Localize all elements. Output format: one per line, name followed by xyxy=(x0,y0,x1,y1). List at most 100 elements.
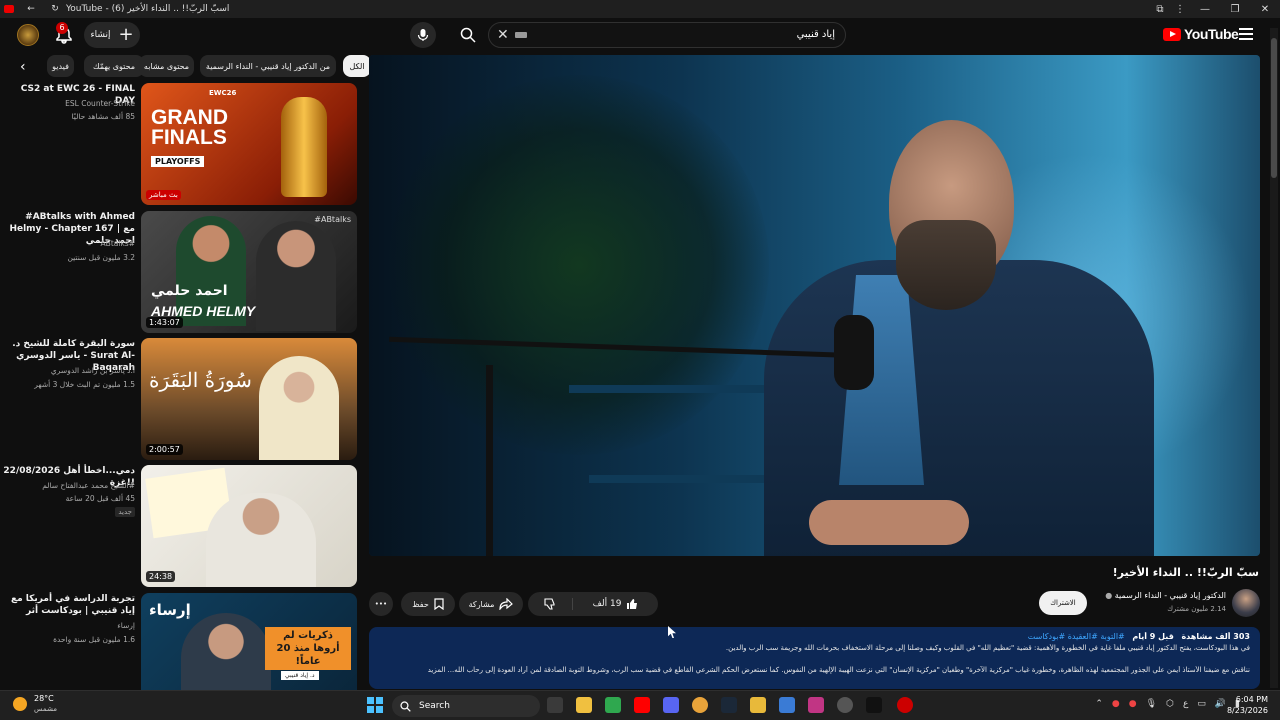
mic-stand-graphic xyxy=(486,365,493,556)
more-actions-button[interactable]: ••• xyxy=(369,592,393,616)
thumb-headline-1: GRAND xyxy=(151,106,228,129)
video-thumbnail[interactable]: 24:38 xyxy=(141,465,357,587)
subscribe-button[interactable]: الاشتراك xyxy=(1039,591,1087,615)
page-scrollbar[interactable] xyxy=(1270,28,1278,688)
task-view-icon[interactable] xyxy=(547,697,563,713)
save-button[interactable]: حفظ xyxy=(401,592,455,616)
instagram-icon[interactable] xyxy=(808,697,824,713)
video-thumbnail[interactable]: EWC26 GRAND FINALS PLAYOFFS بث مباشر xyxy=(141,83,357,205)
close-window-button[interactable]: ✕ xyxy=(1250,4,1280,15)
windows-start-icon[interactable] xyxy=(367,697,383,713)
event-logo-text: EWC26 xyxy=(209,89,237,97)
thumb-headline: ذكريات لم أروها منذ 20 عاماً! xyxy=(265,627,351,670)
weather-description[interactable]: مشمس xyxy=(34,705,57,713)
guide-menu-icon[interactable] xyxy=(1239,28,1253,40)
video-thumbnail[interactable]: #ABtalks احمد حلمي AHMED HELMY 1:43:07 xyxy=(141,211,357,333)
chip-similar[interactable]: محتوى مشابه xyxy=(139,55,194,77)
like-button[interactable]: 19 ألف xyxy=(572,598,658,610)
recommendation-item[interactable]: 24:38 22/08/2026 دمي...اخطأ أهل غزة!! #ا… xyxy=(0,465,360,587)
hashtags[interactable]: #التوبة #العقيدة #بودكاست xyxy=(1028,632,1125,641)
search-input[interactable]: ✕ إياد قنيبي xyxy=(488,22,846,48)
speaker-hands-graphic xyxy=(809,500,969,545)
tray-mic-icon[interactable]: 🎙 xyxy=(1146,699,1157,709)
recommendation-channel[interactable]: #الشيخ محمد عبدالفتاح سالم xyxy=(3,481,135,490)
recommendation-item[interactable]: سُورَةُ البَقَرَة 2:00:57 سورة البقرة كا… xyxy=(0,338,360,460)
video-description[interactable]: 303 ألف مشاهدة قبل 9 أيام #التوبة #العقي… xyxy=(369,627,1260,689)
folder-icon[interactable] xyxy=(750,697,766,713)
reload-icon[interactable]: ↻ xyxy=(48,4,62,14)
like-dislike-group: 19 ألف xyxy=(528,592,658,616)
notifications-button[interactable]: 6 xyxy=(52,22,76,48)
monitor-icon[interactable]: ▭ xyxy=(1197,699,1206,709)
recommendation-meta: 1.5 مليون تم البث خلال 3 أشهر xyxy=(34,380,135,389)
tab-title: YouTube - اسبّ الربّ!! .. النداء الأخير … xyxy=(66,4,230,14)
chip-video[interactable]: فيديو xyxy=(47,55,74,77)
recommendation-title[interactable]: تجربة الدراسة في أمريكا مع إياد قنيبي | … xyxy=(3,593,135,617)
dislike-button[interactable] xyxy=(528,598,572,610)
weather-temperature[interactable]: 28°C xyxy=(34,694,54,703)
video-player[interactable] xyxy=(369,55,1260,556)
chip-for-you[interactable]: محتوى يهمّك xyxy=(84,55,144,77)
search-button[interactable] xyxy=(450,22,486,48)
tray-app-icon[interactable]: ⬡ xyxy=(1166,699,1174,709)
tray-app-icon[interactable]: ● xyxy=(1129,699,1137,709)
youtube-app-icon[interactable] xyxy=(634,697,650,713)
thumb-tag: PLAYOFFS xyxy=(151,156,205,167)
tray-app-icon[interactable]: ● xyxy=(1112,699,1120,709)
windows-taskbar: 28°C مشمس Search ⌃ ● ● 🎙 ⬡ ع ▭ 🔊 ▮ 6:04 … xyxy=(0,690,1280,720)
chrome-icon[interactable] xyxy=(692,697,708,713)
recommendation-meta: 45 ألف قبل 20 ساعة xyxy=(65,494,135,503)
video-thumbnail[interactable]: سُورَةُ البَقَرَة 2:00:57 xyxy=(141,338,357,460)
voice-search-button[interactable] xyxy=(410,22,436,48)
discord-icon[interactable] xyxy=(663,697,679,713)
create-button[interactable]: إنشاء + xyxy=(84,22,140,48)
keyboard-icon[interactable] xyxy=(514,32,527,38)
live-badge: بث مباشر xyxy=(146,190,181,200)
chevron-left-icon[interactable]: ‹ xyxy=(20,59,26,75)
recommendation-channel[interactable]: #ABtalks xyxy=(3,239,135,248)
thumb-calligraphy: سُورَةُ البَقَرَة xyxy=(149,368,252,392)
scrollbar-thumb[interactable] xyxy=(1271,38,1277,178)
settings-icon[interactable] xyxy=(837,697,853,713)
chip-all[interactable]: الكل xyxy=(343,55,371,77)
speaker-icon[interactable]: 🔊 xyxy=(1215,699,1226,709)
youtube-favicon-icon xyxy=(4,5,14,13)
whatsapp-icon[interactable] xyxy=(605,697,621,713)
recommendation-channel[interactable]: إرساء xyxy=(3,621,135,630)
share-button[interactable]: مشاركة xyxy=(459,592,523,616)
extensions-icon[interactable]: ⧉ xyxy=(1150,4,1170,15)
duration-badge: 2:00:57 xyxy=(146,444,183,455)
channel-name-row[interactable]: الدكتور إياد قنيبي - النداء الرسمية ● xyxy=(1105,591,1226,600)
minimize-button[interactable]: — xyxy=(1190,4,1220,15)
sun-icon[interactable] xyxy=(13,697,27,711)
back-arrow-icon[interactable]: ← xyxy=(24,4,38,14)
taskbar-search[interactable]: Search xyxy=(392,695,540,717)
input-language[interactable]: ع xyxy=(1183,699,1188,709)
account-avatar[interactable] xyxy=(17,24,39,46)
thumbs-up-icon xyxy=(627,599,638,609)
app-icon[interactable] xyxy=(779,697,795,713)
related-filter-chips: ‹ فيديو محتوى يهمّك محتوى مشابه من الدكت… xyxy=(14,55,371,79)
chevron-up-icon[interactable]: ⌃ xyxy=(1095,699,1103,709)
opera-icon[interactable] xyxy=(897,697,913,713)
share-icon xyxy=(499,598,514,610)
recommendation-channel[interactable]: ESL Counter-Strike xyxy=(3,99,135,108)
reciter-figure xyxy=(259,356,339,460)
menu-dots-icon[interactable]: ⋮ xyxy=(1170,4,1190,15)
channel-avatar[interactable] xyxy=(1232,589,1260,617)
create-label: إنشاء xyxy=(90,30,111,40)
restore-button[interactable]: ❐ xyxy=(1220,4,1250,15)
recommendation-item[interactable]: #ABtalks احمد حلمي AHMED HELMY 1:43:07 #… xyxy=(0,211,360,333)
channel-name[interactable]: الدكتور إياد قنيبي - النداء الرسمية xyxy=(1115,591,1226,600)
recommendation-item[interactable]: EWC26 GRAND FINALS PLAYOFFS بث مباشر CS2… xyxy=(0,83,360,205)
recommendation-meta: 3.2 مليون قبل سنتين xyxy=(67,253,135,262)
system-clock[interactable]: 6:04 PM 8/23/2026 xyxy=(1227,694,1268,716)
youtube-logo[interactable]: YouTube xyxy=(1163,26,1239,42)
steam-icon[interactable] xyxy=(721,697,737,713)
podcast-mic-graphic xyxy=(834,315,874,390)
chip-channel[interactable]: من الدكتور إياد قنيبي - النداء الرسمية xyxy=(200,55,336,77)
tiktok-icon[interactable] xyxy=(866,697,882,713)
recommendation-channel[interactable]: أ.د ياسر بن راشد الدوسري xyxy=(3,366,135,375)
file-explorer-icon[interactable] xyxy=(576,697,592,713)
clear-search-icon[interactable]: ✕ xyxy=(497,27,509,43)
